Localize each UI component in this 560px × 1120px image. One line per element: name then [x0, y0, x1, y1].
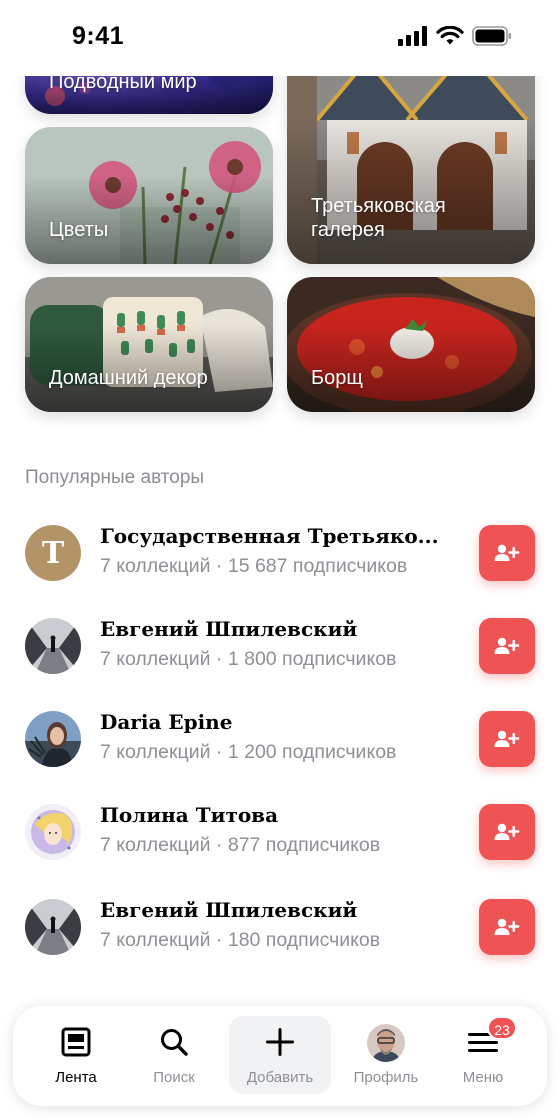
follow-button[interactable] — [479, 525, 535, 581]
nav-label: Лента — [55, 1069, 97, 1086]
tile-label: Цветы — [49, 219, 109, 241]
nav-label: Профиль — [353, 1069, 419, 1086]
follow-button[interactable] — [479, 899, 535, 955]
cellular-signal-icon — [398, 26, 427, 46]
tile-shade — [25, 127, 273, 264]
author-row[interactable]: T Государственная Третьяко... 7 коллекци… — [25, 523, 535, 583]
battery-icon — [472, 26, 511, 46]
person-road-photo — [25, 618, 81, 674]
author-name[interactable]: Daria Epine — [100, 709, 445, 735]
author-name[interactable]: Государственная Третьяко... — [100, 523, 445, 549]
section-title-popular-authors: Популярные авторы — [25, 467, 205, 488]
nav-item-menu[interactable]: Меню — [433, 1006, 533, 1106]
notification-badge: 23 — [487, 1016, 517, 1040]
add-user-icon — [494, 730, 520, 747]
tile-label: Домашний декор — [49, 367, 208, 389]
search-icon — [156, 1024, 192, 1060]
plus-icon — [262, 1024, 298, 1060]
wifi-icon — [436, 26, 464, 45]
nav-label: Добавить — [246, 1069, 314, 1086]
nav-item-profile[interactable]: Профиль — [336, 1006, 436, 1106]
author-row[interactable]: Daria Epine 7 коллекций · 1 200 подписчи… — [25, 709, 535, 769]
tile-label: Борщ — [311, 367, 363, 389]
bottom-navigation: Лента Поиск Добавить Профиль Меню 23 — [13, 1006, 547, 1106]
collection-tile-borscht[interactable]: Борщ — [287, 277, 535, 412]
author-name[interactable]: Полина Титова — [100, 802, 445, 828]
author-row[interactable]: Евгений Шпилевский 7 коллекций · 1 800 п… — [25, 616, 535, 676]
status-time: 9:41 — [72, 22, 125, 50]
author-row[interactable]: Евгений Шпилевский 7 коллекций · 180 под… — [25, 897, 535, 957]
collection-tile-home-decor[interactable]: Домашний декор — [25, 277, 273, 412]
author-name[interactable]: Евгений Шпилевский — [100, 897, 445, 923]
nav-label: Поиск — [153, 1069, 195, 1086]
collection-tile-flowers[interactable]: Цветы — [25, 127, 273, 264]
author-stats: 7 коллекций · 877 подписчиков — [100, 834, 381, 856]
avatar: T — [25, 525, 81, 581]
status-icons — [398, 26, 512, 46]
person-road-photo — [25, 899, 81, 955]
tile-shade — [25, 277, 273, 412]
girl-illustration — [25, 804, 81, 860]
author-stats: 7 коллекций · 15 687 подписчиков — [100, 555, 408, 577]
nav-item-search[interactable]: Поиск — [124, 1006, 224, 1106]
avatar-letter: T — [41, 535, 65, 571]
author-stats: 7 коллекций · 180 подписчиков — [100, 929, 381, 951]
profile-avatar — [367, 1024, 405, 1062]
feed-icon — [58, 1024, 94, 1060]
add-user-icon — [494, 544, 520, 561]
add-user-icon — [494, 918, 520, 935]
follow-button[interactable] — [479, 711, 535, 767]
author-stats: 7 коллекций · 1 200 подписчиков — [100, 741, 397, 763]
follow-button[interactable] — [479, 804, 535, 860]
author-row[interactable]: Полина Титова 7 коллекций · 877 подписчи… — [25, 802, 535, 862]
tile-shade — [287, 277, 535, 412]
avatar — [25, 899, 81, 955]
author-name[interactable]: Евгений Шпилевский — [100, 616, 445, 642]
nav-item-add[interactable]: Добавить — [230, 1006, 330, 1106]
nav-label: Меню — [462, 1069, 504, 1086]
add-user-icon — [494, 637, 520, 654]
avatar — [25, 711, 81, 767]
woman-photo — [25, 711, 81, 767]
add-user-icon — [494, 823, 520, 840]
tile-label: Третьяковская галерея — [311, 195, 446, 241]
avatar — [25, 618, 81, 674]
author-stats: 7 коллекций · 1 800 подписчиков — [100, 648, 397, 670]
status-bar: 9:41 — [0, 0, 560, 76]
nav-item-feed[interactable]: Лента — [26, 1006, 126, 1106]
follow-button[interactable] — [479, 618, 535, 674]
avatar — [25, 804, 81, 860]
